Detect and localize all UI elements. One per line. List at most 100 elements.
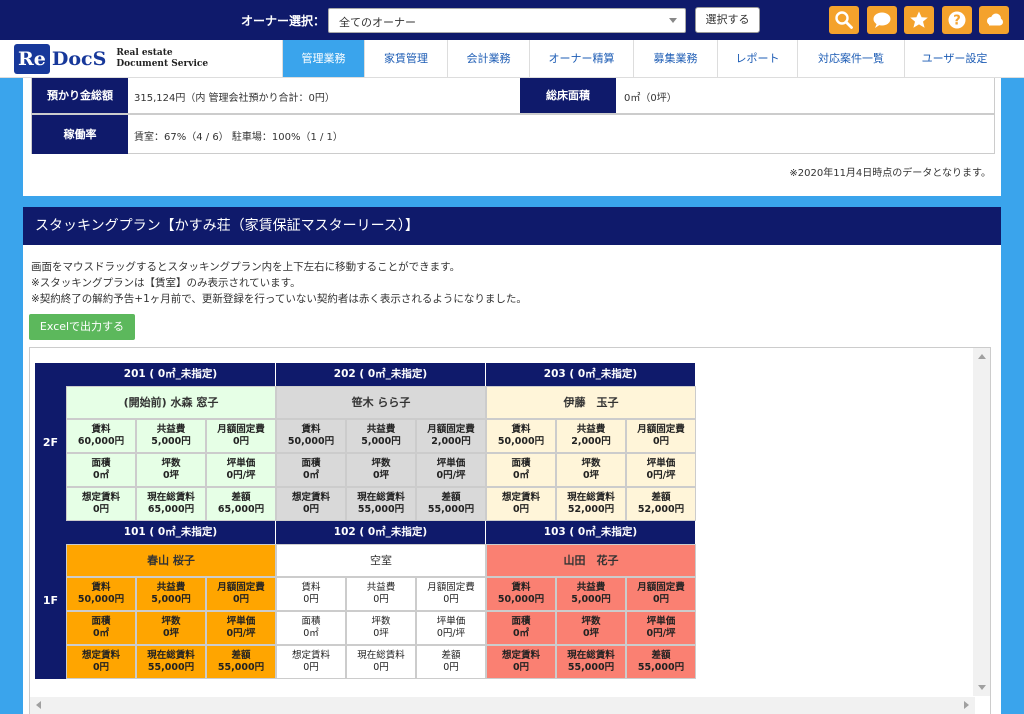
room-stat-value: 0円 [232,594,250,605]
room-stat-label: 想定賃料 [501,492,540,503]
room-stat-label: 月額固定費 [637,582,685,593]
tenant-name[interactable]: 山田 花子 [486,544,696,577]
room-stat-value: 0㎡ [302,470,320,481]
occupancy-value: 賃室：67%（4 / 6） 駐車場：100%（1 / 1） [134,132,343,143]
room-stat-value: 0円 [652,436,670,447]
room-stat-cell: 坪単価 0円/坪 [206,453,276,487]
room-stat-label: 想定賃料 [81,492,120,503]
room-stat-label: 賃料 [91,424,111,435]
room-stat-label: 差額 [231,650,251,661]
room-stat-cell: 差額 55,000円 [416,487,486,521]
room-stat-value: 0円 [232,436,250,447]
room-stat-value: 65,000円 [147,504,195,515]
room-stat-label: 面積 [301,458,321,469]
room-stat-label: 賃料 [301,424,321,435]
room-stat-label: 坪数 [161,458,181,469]
room-stat-cell: 賃料 60,000円 [66,419,136,453]
floor-label: 1F [35,521,66,679]
tab-yachin[interactable]: 家賃管理 [364,40,447,77]
room-stat-value: 0円 [652,594,670,605]
room-stat-label: 差額 [651,492,671,503]
room-stat-cell: 月額固定費 0円 [626,577,696,611]
tenant-name[interactable]: (開始前) 水森 窓子 [66,386,276,419]
scroll-right-icon[interactable] [964,701,969,709]
occupancy-label: 稼働率 [32,115,128,154]
room-stat-cell: 坪単価 0円/坪 [626,453,696,487]
deposit-value: 315,124円（内 管理会社預かり合計：0円） [134,93,335,104]
room-stat-cell: 想定賃料 0円 [276,645,346,679]
redocs-logo[interactable]: Re DocS Real estate Document Service [14,43,208,75]
room-stat-cell: 想定賃料 0円 [486,487,556,521]
room-stat-value: 0㎡ [512,628,530,639]
room-stat-value: 0円 [303,662,319,673]
room-stat-cell: 坪単価 0円/坪 [416,611,486,645]
excel-export-button[interactable]: Excelで出力する [29,314,135,340]
tab-report[interactable]: レポート [717,40,797,77]
room-stat-label: 想定賃料 [501,650,540,661]
vertical-scrollbar[interactable] [973,348,990,696]
room-stat-value: 0円/坪 [226,470,256,481]
room-stat-label: 坪単価 [226,458,256,469]
room-stat-value: 52,000円 [637,504,685,515]
tab-cases[interactable]: 対応案件一覧 [797,40,904,77]
room-stat-value: 0坪 [162,470,180,481]
room-stat-cell: 坪数 0坪 [136,453,206,487]
room-stat-cell: 坪数 0坪 [346,611,416,645]
room-stat-cell: 現在総賃料 55,000円 [346,487,416,521]
room-stat-cell: 面積 0㎡ [486,611,556,645]
tab-owner-seisan[interactable]: オーナー精算 [529,40,633,77]
scroll-up-icon[interactable] [978,354,986,359]
tenant-name[interactable]: 空室 [276,544,486,577]
room-stat-value: 60,000円 [77,436,125,447]
help-icon[interactable]: ? [942,6,972,34]
chat-icon[interactable] [867,6,897,34]
room-stat-value: 0円 [443,594,459,605]
tab-kanri[interactable]: 管理業務 [282,40,364,77]
tab-user-settings[interactable]: ユーザー設定 [904,40,1004,77]
room-stat-value: 5,000円 [571,594,611,605]
scroll-down-icon[interactable] [978,685,986,690]
room-stat-label: 月額固定費 [637,424,685,435]
room-stat-label: 賃料 [301,582,321,593]
room-stat-label: 月額固定費 [217,582,265,593]
tab-kaikei[interactable]: 会計業務 [447,40,529,77]
tenant-name[interactable]: 伊藤 玉子 [486,386,696,419]
room-stat-value: 2,000円 [431,436,471,447]
room-stat-label: 現在総賃料 [147,650,195,661]
tenant-name[interactable]: 笹木 らら子 [276,386,486,419]
room-stat-value: 55,000円 [637,662,685,673]
horizontal-scrollbar[interactable] [30,697,975,714]
tenant-name[interactable]: 春山 桜子 [66,544,276,577]
tab-boshu[interactable]: 募集業務 [633,40,717,77]
scroll-left-icon[interactable] [36,701,41,709]
owner-bar: オーナー選択： 全てのオーナー 選択する ? [0,0,1024,40]
floor-area-value: 0㎡（0坪） [624,93,677,104]
room-stat-label: 月額固定費 [427,424,475,435]
room-stat-cell: 共益費 0円 [346,577,416,611]
room-stat-value: 0坪 [372,470,390,481]
room-stat-label: 面積 [91,616,111,627]
room-stat-value: 0円/坪 [436,628,466,639]
owner-select-button[interactable]: 選択する [695,7,760,33]
stacking-plan-viewport[interactable]: 2F 201 ( 0㎡_未指定) (開始前) 水森 窓子 賃料 60,000円 共益費 5,… [29,347,991,714]
owner-select[interactable]: 全てのオーナー [328,8,686,33]
data-date-note: ※2020年11月4日時点のデータとなります。 [789,168,991,179]
search-icon[interactable] [829,6,859,34]
room-stat-cell: 共益費 2,000円 [556,419,626,453]
room-stat-label: 共益費 [366,582,396,593]
room-stat-label: 賃料 [91,582,111,593]
room-stat-cell: 現在総賃料 65,000円 [136,487,206,521]
room-stat-cell: 月額固定費 0円 [416,577,486,611]
room-stat-value: 0円/坪 [646,470,676,481]
room-header: 202 ( 0㎡_未指定) [276,363,486,386]
room-stat-label: 現在総賃料 [567,650,615,661]
room-stat-cell: 共益費 5,000円 [556,577,626,611]
room-stat-label: 面積 [511,616,531,627]
room-stat-cell: 現在総賃料 52,000円 [556,487,626,521]
room-stat-cell: 差額 65,000円 [206,487,276,521]
room-stat-cell: 差額 52,000円 [626,487,696,521]
room-stat-cell: 共益費 5,000円 [136,419,206,453]
cloud-icon[interactable] [979,6,1009,34]
chevron-down-icon [669,18,677,23]
star-icon[interactable] [904,6,934,34]
